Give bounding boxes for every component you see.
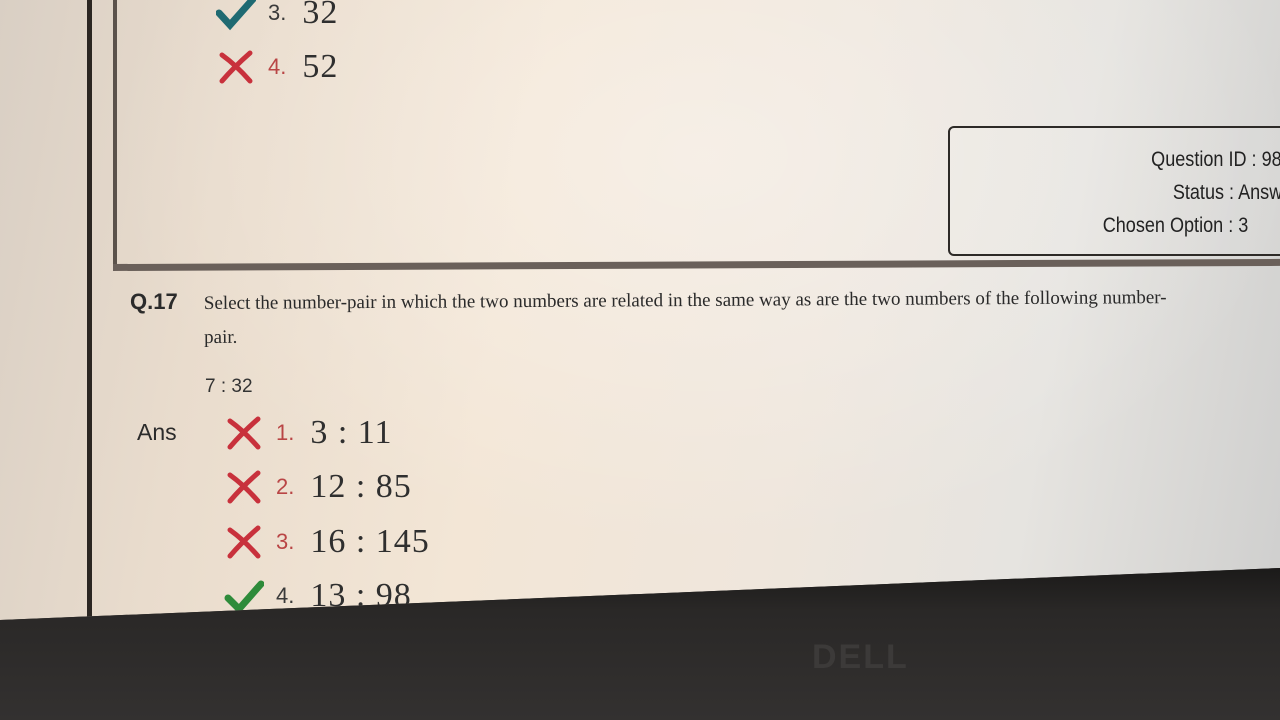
option-value: 16 : 145 bbox=[310, 523, 430, 560]
option-number: 3. bbox=[268, 0, 287, 25]
option-number: 3. bbox=[276, 529, 295, 554]
question-number: Q.17 bbox=[130, 289, 178, 314]
prev-option-4: 4. 52 bbox=[216, 48, 338, 86]
check-icon bbox=[216, 0, 256, 31]
option-value: 3 : 11 bbox=[310, 414, 393, 451]
question-divider bbox=[112, 258, 1280, 271]
question-text: Select the number-pair in which the two … bbox=[203, 287, 1167, 348]
option-value: 52 bbox=[302, 48, 339, 85]
prev-option-3: 3. 32 bbox=[216, 0, 338, 32]
cross-icon bbox=[219, 50, 253, 84]
answer-option-2: 2. 12 : 85 bbox=[224, 468, 412, 506]
cross-icon bbox=[227, 470, 261, 504]
option-value: 32 bbox=[302, 0, 339, 31]
answer-option-3: 3. 16 : 145 bbox=[224, 523, 430, 561]
question-info-box: Question ID : 98958 Status : Answ Chosen… bbox=[948, 126, 1280, 256]
cross-icon bbox=[227, 416, 261, 450]
option-number: 1. bbox=[276, 420, 295, 445]
answer-option-1: 1. 3 : 11 bbox=[224, 414, 393, 452]
monitor-screen: 3. 32 4. 52 Question ID : 98958 Status :… bbox=[0, 0, 1280, 620]
left-frame-border bbox=[87, 0, 92, 620]
status-text: Status : Answ bbox=[1172, 181, 1280, 204]
monitor-brand-logo: DELL bbox=[812, 638, 909, 676]
chosen-option: Chosen Option : 3 bbox=[1102, 214, 1248, 237]
option-number: 2. bbox=[276, 474, 295, 499]
option-value: 12 : 85 bbox=[310, 468, 412, 505]
question-pair: 7 : 32 bbox=[205, 376, 253, 397]
question-id: Question ID : 98958 bbox=[1151, 148, 1280, 171]
check-icon bbox=[224, 580, 264, 614]
inner-frame-border bbox=[113, 0, 117, 270]
cross-icon bbox=[227, 525, 261, 559]
option-number: 4. bbox=[268, 54, 287, 79]
option-number: 4. bbox=[276, 583, 295, 608]
answer-label: Ans bbox=[137, 419, 177, 445]
